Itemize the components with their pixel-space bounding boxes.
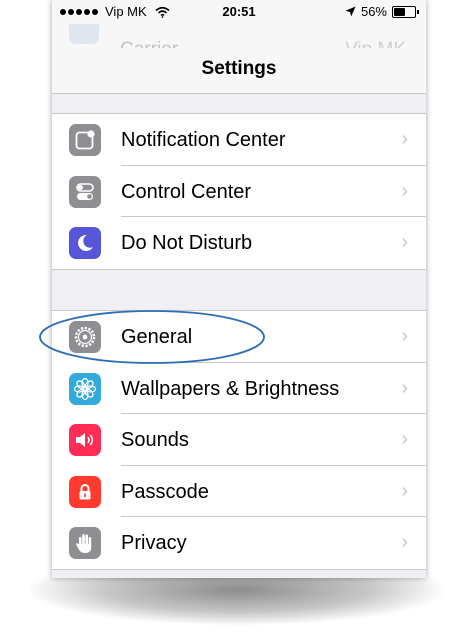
carrier-row-value: Vip MK: [345, 39, 406, 48]
settings-row-sounds[interactable]: Sounds ›: [52, 414, 426, 466]
flower-icon: [69, 372, 101, 405]
settings-row-privacy[interactable]: Privacy ›: [52, 517, 426, 569]
location-arrow-icon: [345, 6, 356, 17]
carrier-row-label: Carrier: [120, 39, 178, 48]
chevron-right-icon: ›: [401, 479, 408, 502]
row-label: General: [121, 326, 193, 348]
row-label: Sounds: [121, 429, 189, 451]
battery-icon: [392, 5, 419, 18]
navigation-bar: Settings: [52, 48, 426, 94]
status-bar: Vip MK 20:51 56%: [52, 0, 426, 24]
settings-group-1: Notification Center › Control Center › D…: [52, 113, 426, 270]
row-label: Notification Center: [121, 129, 286, 151]
hand-icon: [69, 527, 101, 559]
settings-row-passcode[interactable]: Passcode ›: [52, 466, 426, 517]
settings-group-2: General › Wallpapers & Brightness › Soun…: [52, 310, 426, 570]
phone-screen: Vip MK 20:51 56% Carrier Vip MK Setting: [52, 0, 426, 578]
speaker-icon: [69, 424, 101, 456]
row-label: Privacy: [121, 532, 187, 554]
settings-row-control-center[interactable]: Control Center ›: [52, 166, 426, 217]
control-center-icon: [69, 175, 101, 208]
phone-icon: [69, 24, 99, 44]
battery-percent: 56%: [360, 4, 387, 19]
row-label: Wallpapers & Brightness: [121, 377, 340, 400]
page-title: Settings: [201, 58, 277, 79]
chevron-right-icon: ›: [401, 179, 408, 202]
row-label: Do Not Disturb: [121, 232, 253, 254]
chevron-right-icon: ›: [401, 376, 408, 399]
settings-row-notification-center[interactable]: Notification Center ›: [52, 114, 426, 166]
scrolled-carrier-row[interactable]: Carrier Vip MK: [52, 24, 426, 48]
gear-icon: [69, 321, 101, 353]
settings-row-do-not-disturb[interactable]: Do Not Disturb ›: [52, 217, 426, 269]
row-label: Passcode: [121, 480, 209, 503]
status-bar-right: 56%: [345, 4, 419, 19]
chevron-right-icon: ›: [401, 325, 408, 347]
settings-row-general[interactable]: General ›: [52, 311, 426, 363]
chevron-right-icon: ›: [401, 231, 408, 253]
row-label: Control Center: [121, 180, 252, 203]
chevron-right-icon: ›: [401, 531, 408, 553]
settings-row-wallpapers-brightness[interactable]: Wallpapers & Brightness ›: [52, 363, 426, 414]
lock-icon: [69, 475, 101, 508]
moon-icon: [69, 227, 101, 259]
battery-level: [394, 7, 406, 16]
notification-center-icon: [69, 124, 101, 156]
chevron-right-icon: ›: [401, 128, 408, 150]
chevron-right-icon: ›: [401, 428, 408, 450]
